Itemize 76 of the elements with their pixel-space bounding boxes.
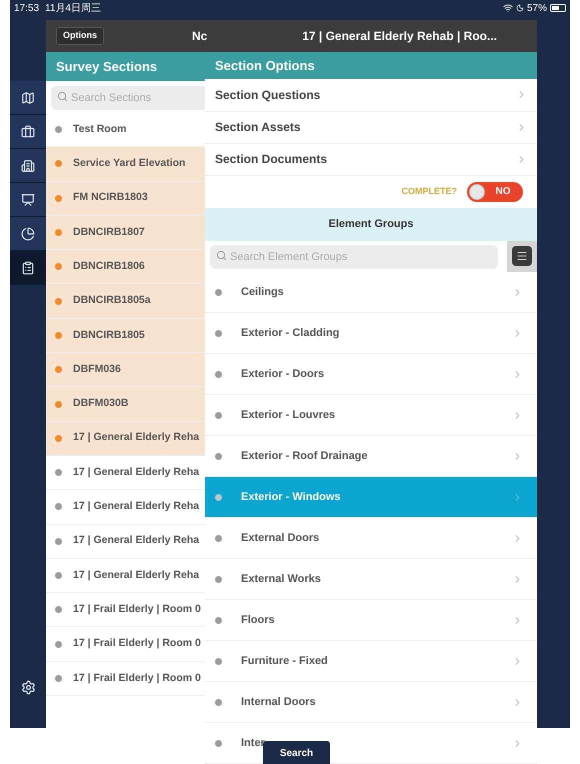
element-group-name: Exterior - Doors bbox=[241, 366, 324, 382]
panel-header: Section Options bbox=[205, 52, 537, 80]
wifi-icon bbox=[502, 3, 513, 13]
nav-item[interactable] bbox=[10, 217, 46, 251]
element-group-name: Internal Doors bbox=[241, 694, 316, 710]
section-row[interactable]: DBNCIRB1807 bbox=[46, 216, 205, 250]
section-name: 17 | General Elderly Reha bbox=[73, 533, 200, 548]
section-row[interactable]: FM NCIRB1803 bbox=[46, 182, 205, 216]
section-name: Service Yard Elevation bbox=[73, 156, 186, 172]
element-group-name: Ceilings bbox=[241, 284, 284, 300]
element-group-name: Exterior - Cladding bbox=[241, 326, 340, 341]
element-group-name: Exterior - Windows bbox=[241, 490, 341, 505]
section-name: DBNCIRB1805a bbox=[73, 293, 151, 308]
briefcase-icon bbox=[21, 124, 35, 138]
search-field[interactable]: Search Sections bbox=[51, 86, 205, 110]
element-group-name: External Doors bbox=[241, 530, 320, 546]
section-name: 17 | General Elderly Reha bbox=[73, 568, 200, 583]
presentation-icon bbox=[21, 192, 35, 206]
pie-chart-icon bbox=[21, 226, 35, 240]
moon-icon bbox=[516, 4, 524, 12]
search-icon bbox=[57, 91, 68, 102]
section-name: DBNCIRB1807 bbox=[73, 224, 145, 240]
settings-icon bbox=[20, 680, 36, 694]
element-group-name: Furniture - Fixed bbox=[241, 654, 328, 669]
section-name: 17 | Frail Elderly | Room 0 bbox=[73, 602, 201, 617]
map-icon bbox=[21, 90, 35, 104]
section-name: DBFM036 bbox=[73, 362, 121, 377]
section-name: 17 | Frail Elderly | Room 0 bbox=[73, 636, 201, 652]
building-icon bbox=[21, 158, 35, 172]
section-row[interactable]: DBFM036 bbox=[46, 353, 205, 388]
section-name: 17 | General Elderly Reha bbox=[73, 430, 200, 446]
element-group-name: Inter bbox=[241, 736, 265, 751]
element-group-name: External Works bbox=[241, 572, 321, 587]
search-field[interactable]: Search Element Groups bbox=[210, 245, 498, 270]
battery-percent: 57% bbox=[526, 2, 547, 16]
nav-item[interactable] bbox=[10, 183, 46, 217]
section-row[interactable]: 17 | General Elderly Reha bbox=[46, 422, 205, 456]
header-title: 17 | General Elderly Rehab | Roo... bbox=[302, 28, 497, 45]
options-button[interactable]: Options bbox=[56, 27, 104, 45]
option-row[interactable]: Section Documents bbox=[205, 144, 537, 176]
section-row[interactable]: DBNCIRB1805 bbox=[46, 318, 205, 354]
battery-icon bbox=[550, 4, 566, 12]
list-menu-button[interactable] bbox=[512, 246, 532, 266]
section-heading: Element Groups bbox=[205, 208, 537, 241]
section-row[interactable]: Service Yard Elevation bbox=[46, 147, 205, 182]
nav-item[interactable] bbox=[10, 115, 46, 149]
option-row[interactable]: Section Questions bbox=[205, 79, 537, 112]
header-left-title: Nc bbox=[192, 28, 208, 45]
section-row[interactable]: DBFM030B bbox=[46, 387, 205, 422]
element-group-name: Exterior - Louvres bbox=[241, 408, 336, 423]
section-row[interactable]: 17 | General Elderly Reha bbox=[46, 524, 205, 559]
option-row[interactable]: Section Assets bbox=[205, 112, 537, 144]
section-name: FM NCIRB1803 bbox=[73, 190, 148, 206]
section-name: Test Room bbox=[73, 122, 126, 137]
section-row[interactable]: DBNCIRB1805a bbox=[46, 284, 205, 319]
section-name: 17 | General Elderly Reha bbox=[73, 499, 200, 514]
status-time: 17:53 bbox=[14, 2, 40, 16]
section-name: 17 | Frail Elderly | Room 0 bbox=[73, 670, 201, 686]
search-button[interactable]: Search bbox=[263, 741, 330, 764]
section-name: DBFM030B bbox=[73, 396, 128, 412]
element-group-name: Exterior - Roof Drainage bbox=[241, 448, 368, 464]
search-icon bbox=[216, 250, 227, 262]
section-name: DBNCIRB1805 bbox=[73, 328, 145, 343]
section-row[interactable]: DBNCIRB1806 bbox=[46, 250, 205, 284]
complete-label: COMPLETE? bbox=[402, 185, 457, 198]
section-name: DBNCIRB1806 bbox=[73, 258, 145, 274]
menu-icon bbox=[516, 250, 528, 262]
element-group-name: Floors bbox=[241, 612, 275, 628]
nav-item[interactable] bbox=[10, 149, 46, 183]
section-name: 17 | General Elderly Reha bbox=[73, 464, 200, 480]
nav-item[interactable] bbox=[10, 251, 46, 285]
panel-header: Survey Sections bbox=[46, 52, 205, 81]
complete-toggle[interactable]: NO bbox=[467, 182, 523, 202]
clipboard-icon bbox=[21, 260, 35, 274]
status-date: 11月4日周三 bbox=[45, 2, 101, 16]
nav-item[interactable] bbox=[10, 81, 46, 115]
